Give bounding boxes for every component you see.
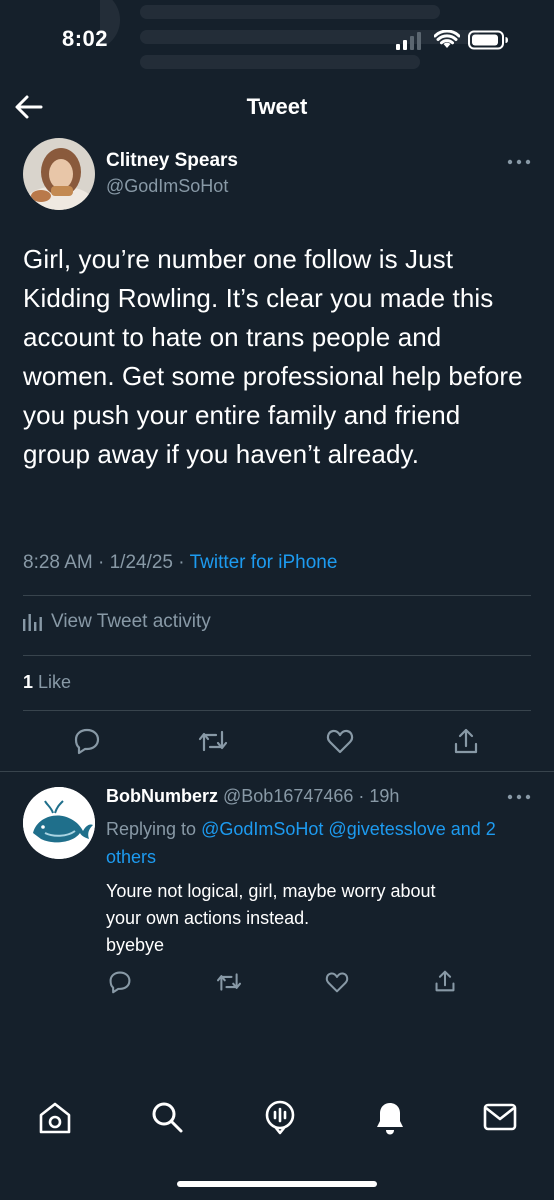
divider — [23, 710, 531, 711]
replying-handle-link[interactable]: @GodImSoHot — [201, 819, 323, 839]
author-avatar[interactable] — [23, 138, 95, 210]
reply-more-options-icon[interactable] — [506, 793, 532, 801]
likes-count-link[interactable]: 1 Like — [23, 672, 71, 693]
spaces-icon[interactable] — [262, 1099, 298, 1135]
home-icon[interactable] — [37, 1100, 73, 1136]
replying-to: Replying to @GodImSoHot @givetesslove an… — [106, 815, 526, 871]
ghost-background — [100, 0, 480, 69]
home-indicator[interactable] — [177, 1181, 377, 1187]
signal-icon — [396, 32, 422, 50]
author-handle[interactable]: @GodImSoHot — [106, 176, 228, 197]
author-name[interactable]: Clitney Spears — [106, 150, 238, 172]
reply-reply-icon[interactable] — [108, 970, 132, 994]
reply-retweet-icon[interactable] — [216, 971, 242, 993]
divider — [23, 595, 531, 596]
wifi-icon — [434, 30, 460, 50]
analytics-icon — [23, 613, 43, 631]
tweet-meta: 8:28 AM · 1/24/25 · Twitter for iPhone — [23, 552, 338, 573]
tweet-date: 1/24/25 — [109, 552, 174, 573]
replying-handle-link[interactable]: @givetesslove — [328, 819, 445, 839]
view-activity-label: View Tweet activity — [51, 611, 211, 632]
replying-prefix: Replying to — [106, 819, 197, 839]
share-icon[interactable] — [453, 727, 479, 755]
page-title: Tweet — [246, 94, 308, 119]
like-heart-icon[interactable] — [326, 728, 354, 754]
divider — [23, 655, 531, 656]
battery-icon — [468, 30, 510, 50]
reply-text: Youre not logical, girl, maybe worry abo… — [106, 881, 436, 955]
status-time: 8:02 — [62, 26, 109, 51]
reply-share-icon[interactable] — [434, 969, 456, 993]
reply-like-heart-icon[interactable] — [325, 971, 349, 993]
reply-age: 19h — [369, 786, 400, 806]
notifications-icon[interactable] — [374, 1100, 406, 1136]
tweet-time: 8:28 AM — [23, 552, 93, 573]
view-activity-button[interactable]: View Tweet activity — [23, 611, 211, 633]
tweet-text: Girl, you’re number one follow is Just K… — [23, 244, 523, 469]
divider — [0, 771, 554, 772]
reply-author-name[interactable]: BobNumberz — [106, 786, 218, 806]
like-count: 1 — [23, 672, 34, 692]
retweet-icon[interactable] — [198, 728, 228, 754]
reply-icon[interactable] — [73, 727, 101, 755]
reply-author-avatar[interactable] — [23, 787, 95, 859]
search-icon[interactable] — [150, 1100, 184, 1134]
tweet-source-link[interactable]: Twitter for iPhone — [190, 552, 338, 573]
reply-header: BobNumberz @Bob16747466 · 19h — [106, 786, 400, 806]
more-options-icon[interactable] — [506, 158, 532, 166]
reply-author-handle[interactable]: @Bob16747466 — [223, 786, 353, 806]
like-label: Like — [38, 672, 72, 692]
messages-icon[interactable] — [483, 1102, 517, 1132]
